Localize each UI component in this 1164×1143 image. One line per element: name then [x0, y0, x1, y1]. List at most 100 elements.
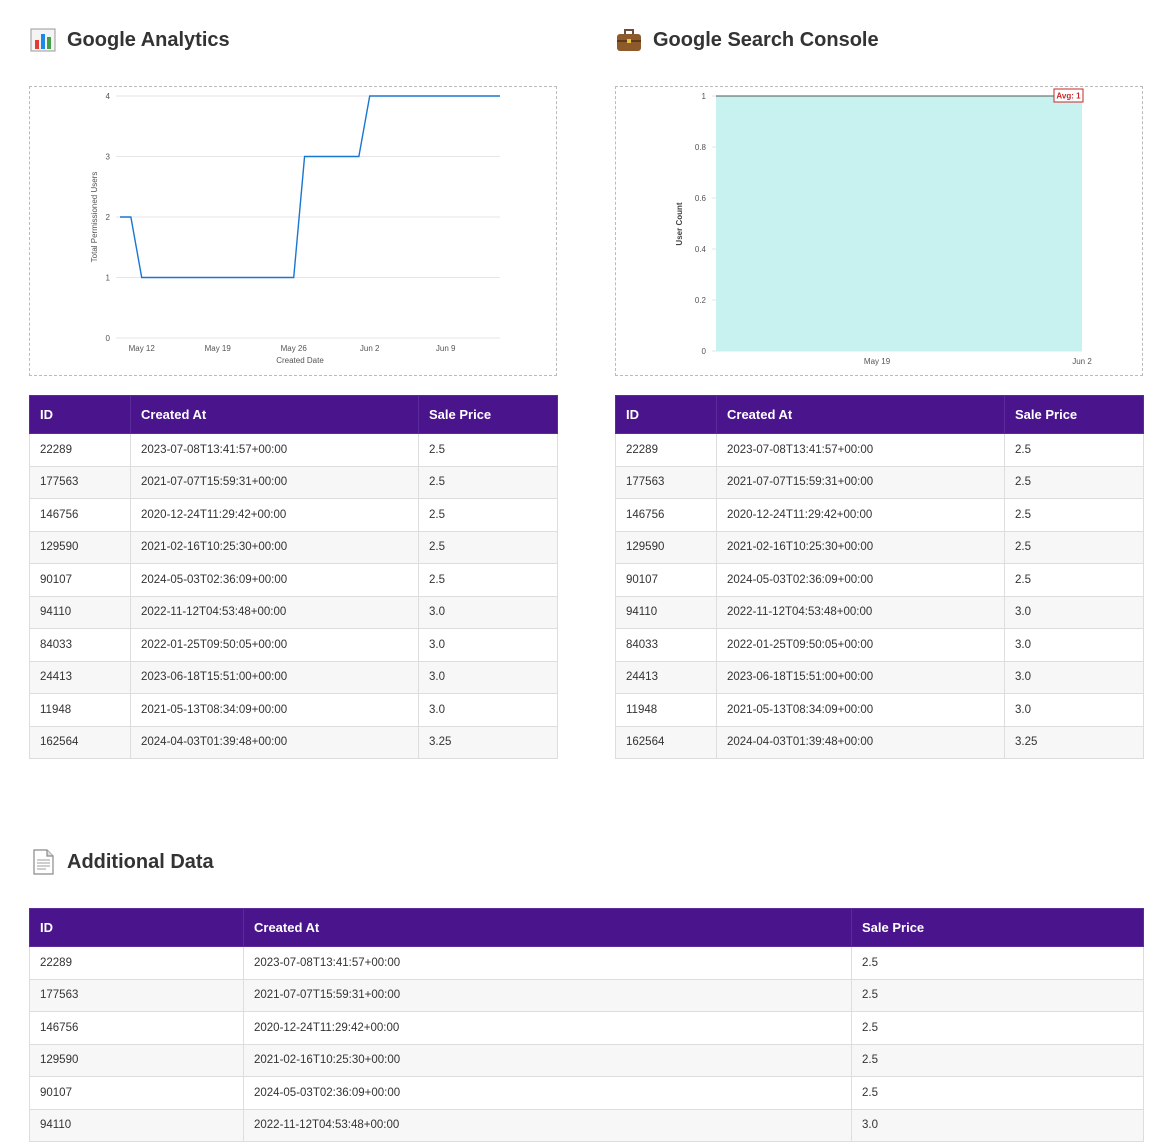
cell-sale-price: 2.5: [418, 563, 558, 597]
cell-created-at: 2023-07-08T13:41:57+00:00: [716, 433, 1005, 467]
section-title: Additional Data: [67, 850, 214, 873]
x-tick-label: Jun 2: [360, 344, 380, 353]
cell-id: 146756: [29, 1011, 244, 1045]
cell-id: 24413: [29, 660, 131, 694]
table-row: 94110 2022-11-12T04:53:48+00:00 3.0: [29, 595, 558, 629]
cell-created-at: 2020-12-24T11:29:42+00:00: [716, 498, 1005, 532]
cell-id: 162564: [29, 725, 131, 759]
cell-id: 177563: [615, 465, 717, 499]
cell-id: 84033: [615, 628, 717, 662]
column-header-id: ID: [29, 908, 244, 947]
search-console-chart: 0 0.2 0.4 0.6 0.8 1 May 19 Jun 2 User Count Avg: …: [615, 86, 1143, 376]
table-row: 94110 2022-11-12T04:53:48+00:00 3.0: [615, 595, 1144, 629]
section-title: Google Search Console: [653, 28, 879, 51]
cell-id: 11948: [29, 693, 131, 727]
table-row: 94110 2022-11-12T04:53:48+00:00 3.0: [29, 1108, 1144, 1142]
cell-id: 94110: [29, 595, 131, 629]
y-tick-label: 0.6: [695, 194, 707, 203]
y-tick-label: 0.4: [695, 245, 707, 254]
cell-sale-price: 3.0: [1004, 628, 1144, 662]
cell-sale-price: 2.5: [1004, 530, 1144, 564]
table-row: 146756 2020-12-24T11:29:42+00:00 2.5: [29, 498, 558, 532]
table-row: 90107 2024-05-03T02:36:09+00:00 2.5: [29, 1076, 1144, 1110]
cell-created-at: 2021-07-07T15:59:31+00:00: [130, 465, 419, 499]
table-row: 90107 2024-05-03T02:36:09+00:00 2.5: [29, 563, 558, 597]
cell-created-at: 2021-05-13T08:34:09+00:00: [130, 693, 419, 727]
cell-created-at: 2024-05-03T02:36:09+00:00: [130, 563, 419, 597]
cell-id: 24413: [615, 660, 717, 694]
table-row: 129590 2021-02-16T10:25:30+00:00 2.5: [29, 530, 558, 564]
table-row: 22289 2023-07-08T13:41:57+00:00 2.5: [29, 433, 558, 467]
cell-created-at: 2023-07-08T13:41:57+00:00: [243, 946, 852, 980]
section-google-analytics: Google Analytics: [29, 25, 230, 55]
table-row: 177563 2021-07-07T15:59:31+00:00 2.5: [29, 465, 558, 499]
cell-id: 22289: [615, 433, 717, 467]
analytics-chart: 0 1 2 3 4 May 12 May 19 May 26 Jun 2 Jun 9 Created…: [29, 86, 557, 376]
cell-sale-price: 2.5: [418, 498, 558, 532]
cell-id: 22289: [29, 433, 131, 467]
cell-id: 90107: [29, 563, 131, 597]
cell-created-at: 2020-12-24T11:29:42+00:00: [130, 498, 419, 532]
cell-id: 94110: [615, 595, 717, 629]
cell-created-at: 2022-11-12T04:53:48+00:00: [716, 595, 1005, 629]
table-row: 177563 2021-07-07T15:59:31+00:00 2.5: [615, 465, 1144, 499]
y-tick-label: 0: [702, 347, 707, 356]
column-header-sale-price: Sale Price: [851, 908, 1144, 947]
search-console-area-chart: 0 0.2 0.4 0.6 0.8 1 May 19 Jun 2 User Count Avg: …: [675, 88, 1092, 366]
x-tick-label: May 19: [205, 344, 232, 353]
x-tick-label: Jun 2: [1072, 357, 1092, 366]
cell-sale-price: 2.5: [851, 1043, 1144, 1077]
cell-created-at: 2023-07-08T13:41:57+00:00: [130, 433, 419, 467]
table-header-row: ID Created At Sale Price: [615, 395, 1144, 434]
table-row: 11948 2021-05-13T08:34:09+00:00 3.0: [615, 693, 1144, 727]
additional-data-table: ID Created At Sale Price 22289 2023-07-08…: [29, 908, 1144, 1142]
cell-sale-price: 2.5: [1004, 498, 1144, 532]
cell-sale-price: 3.0: [1004, 693, 1144, 727]
cell-created-at: 2020-12-24T11:29:42+00:00: [243, 1011, 852, 1045]
cell-sale-price: 3.25: [1004, 725, 1144, 759]
cell-created-at: 2024-04-03T01:39:48+00:00: [716, 725, 1005, 759]
cell-created-at: 2022-11-12T04:53:48+00:00: [243, 1108, 852, 1142]
cell-sale-price: 3.0: [1004, 595, 1144, 629]
table-header-row: ID Created At Sale Price: [29, 395, 558, 434]
x-tick-label: May 26: [281, 344, 308, 353]
cell-sale-price: 3.25: [418, 725, 558, 759]
cell-created-at: 2022-01-25T09:50:05+00:00: [716, 628, 1005, 662]
cell-sale-price: 2.5: [1004, 563, 1144, 597]
cell-sale-price: 2.5: [418, 433, 558, 467]
bar-chart-icon: [30, 28, 56, 52]
y-tick-label: 0.8: [695, 143, 707, 152]
x-tick-label: Jun 9: [436, 344, 456, 353]
table-row: 162564 2024-04-03T01:39:48+00:00 3.25: [29, 725, 558, 759]
cell-id: 22289: [29, 946, 244, 980]
cell-sale-price: 3.0: [1004, 660, 1144, 694]
cell-sale-price: 2.5: [851, 1011, 1144, 1045]
cell-id: 84033: [29, 628, 131, 662]
table-row: 11948 2021-05-13T08:34:09+00:00 3.0: [29, 693, 558, 727]
table-row: 84033 2022-01-25T09:50:05+00:00 3.0: [29, 628, 558, 662]
cell-created-at: 2024-05-03T02:36:09+00:00: [716, 563, 1005, 597]
y-tick-label: 0: [106, 334, 111, 343]
cell-id: 177563: [29, 978, 244, 1012]
cell-id: 146756: [29, 498, 131, 532]
cell-sale-price: 2.5: [851, 946, 1144, 980]
cell-created-at: 2023-06-18T15:51:00+00:00: [130, 660, 419, 694]
cell-id: 129590: [29, 530, 131, 564]
y-tick-label: 1: [702, 92, 707, 101]
column-header-created-at: Created At: [130, 395, 419, 434]
cell-created-at: 2021-02-16T10:25:30+00:00: [130, 530, 419, 564]
cell-sale-price: 2.5: [1004, 433, 1144, 467]
y-axis-label: User Count: [675, 202, 684, 245]
table-row: 22289 2023-07-08T13:41:57+00:00 2.5: [29, 946, 1144, 980]
table-row: 22289 2023-07-08T13:41:57+00:00 2.5: [615, 433, 1144, 467]
table-row: 84033 2022-01-25T09:50:05+00:00 3.0: [615, 628, 1144, 662]
cell-created-at: 2021-07-07T15:59:31+00:00: [716, 465, 1005, 499]
cell-id: 94110: [29, 1108, 244, 1142]
cell-created-at: 2024-05-03T02:36:09+00:00: [243, 1076, 852, 1110]
column-header-created-at: Created At: [716, 395, 1005, 434]
cell-id: 11948: [615, 693, 717, 727]
section-additional-data: Additional Data: [29, 847, 214, 877]
table-row: 162564 2024-04-03T01:39:48+00:00 3.25: [615, 725, 1144, 759]
column-header-id: ID: [29, 395, 131, 434]
cell-created-at: 2021-05-13T08:34:09+00:00: [716, 693, 1005, 727]
